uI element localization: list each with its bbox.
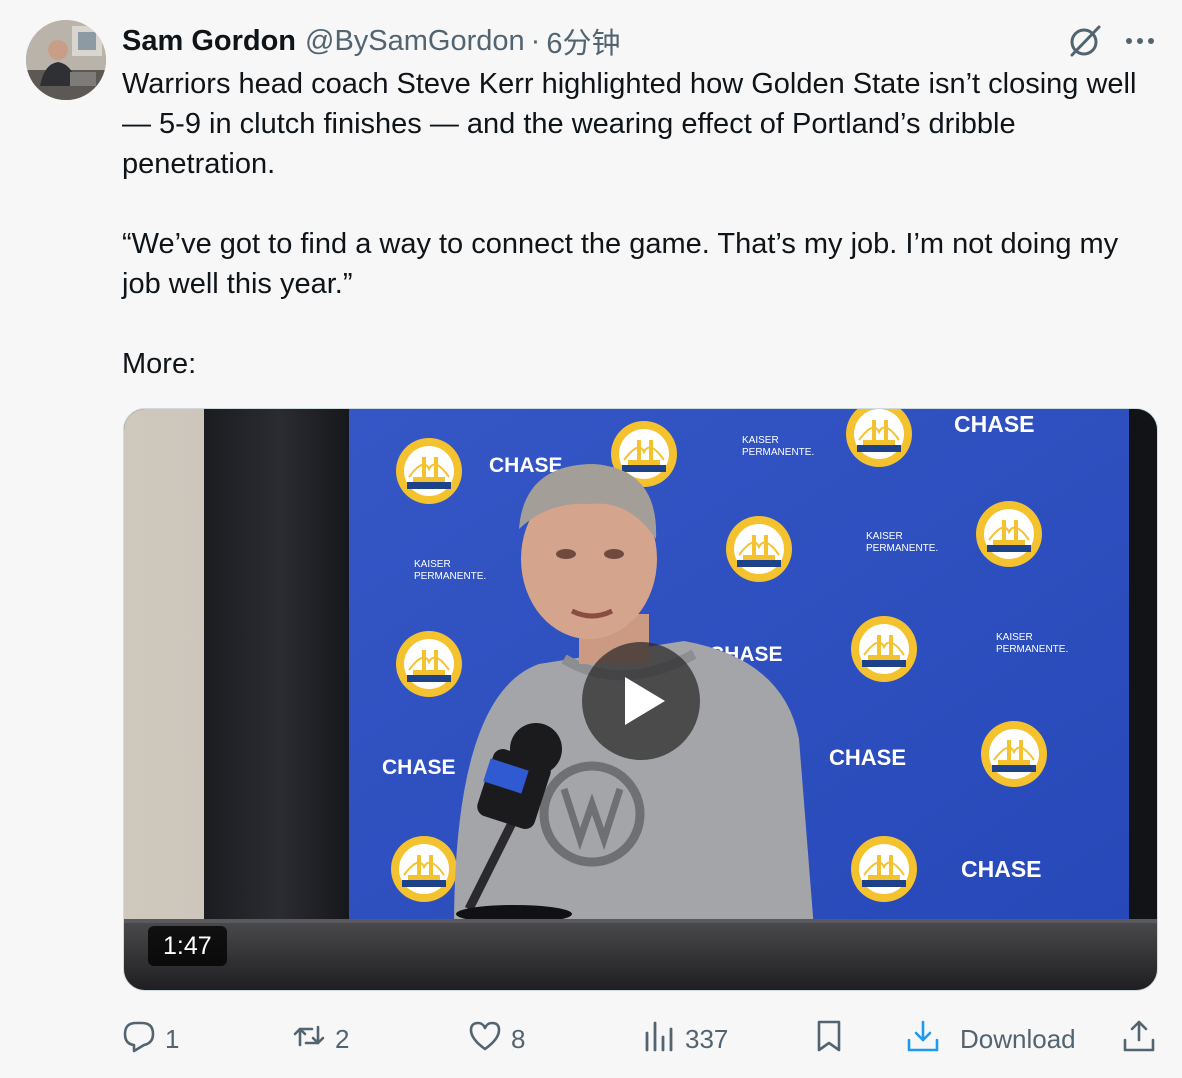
heart-icon [468, 1019, 502, 1060]
backdrop-kaiser-text: KAISER [414, 559, 451, 570]
backdrop-kaiser-text: PERMANENTE. [866, 543, 938, 554]
tweet-card: Sam Gordon @BySamGordon · 6分钟 Warriors h… [0, 0, 1182, 1078]
backdrop-chase-text: CHASE [961, 856, 1042, 882]
like-button[interactable]: 8 [468, 1016, 525, 1062]
video-duration-badge: 1:47 [148, 926, 227, 966]
backdrop-chase-text: CHASE [829, 745, 906, 770]
play-button[interactable] [582, 642, 700, 760]
download-label: Download [960, 1023, 1076, 1054]
tweet-paragraph: More: [122, 348, 197, 380]
repost-count: 2 [335, 1023, 350, 1054]
tweet-paragraph: “We’ve got to find a way to connect the … [122, 228, 1119, 300]
play-triangle-icon [625, 677, 665, 725]
share-button[interactable] [1122, 1016, 1156, 1062]
tweet-body: Warriors head coach Steve Kerr highlight… [122, 64, 1162, 384]
bookmark-button[interactable] [812, 1016, 846, 1062]
views-button[interactable]: 337 [642, 1016, 728, 1062]
share-icon [1122, 1019, 1156, 1060]
author-handle[interactable]: @BySamGordon [305, 25, 525, 58]
repost-button[interactable]: 2 [292, 1016, 349, 1062]
backdrop-kaiser-text: KAISER [742, 435, 779, 446]
download-button[interactable]: Download [906, 1016, 1076, 1062]
backdrop-kaiser-text: PERMANENTE. [742, 447, 814, 458]
author-name[interactable]: Sam Gordon [122, 25, 296, 58]
author-avatar[interactable] [26, 20, 106, 100]
video-player[interactable]: CHASE CHASE CHASE CHASE CHASE CHASE KAIS… [123, 408, 1158, 991]
like-count: 8 [511, 1023, 526, 1054]
download-icon [906, 1019, 940, 1060]
tweet-action-bar: 1 2 8 337 Download [122, 1016, 1162, 1062]
backdrop-kaiser-text: PERMANENTE. [414, 571, 486, 582]
repost-icon [292, 1019, 326, 1060]
tweet-timestamp[interactable]: 6分钟 [546, 20, 620, 62]
backdrop-chase-text: CHASE [382, 756, 456, 779]
grok-icon[interactable] [1066, 22, 1104, 60]
backdrop-kaiser-text: PERMANENTE. [996, 644, 1068, 655]
reply-count: 1 [165, 1023, 180, 1054]
more-options-icon[interactable] [1121, 22, 1159, 60]
backdrop-kaiser-text: KAISER [996, 632, 1033, 643]
view-count: 337 [685, 1023, 729, 1054]
reply-icon [122, 1019, 156, 1060]
tweet-header: Sam Gordon @BySamGordon · 6分钟 [122, 20, 620, 62]
backdrop-kaiser-text: KAISER [866, 531, 903, 542]
bookmark-icon [812, 1019, 846, 1060]
tweet-paragraph: Warriors head coach Steve Kerr highlight… [122, 68, 1137, 180]
backdrop-chase-text: CHASE [954, 411, 1035, 437]
header-separator: · [530, 24, 541, 57]
reply-button[interactable]: 1 [122, 1016, 179, 1062]
views-chart-icon [642, 1019, 676, 1060]
